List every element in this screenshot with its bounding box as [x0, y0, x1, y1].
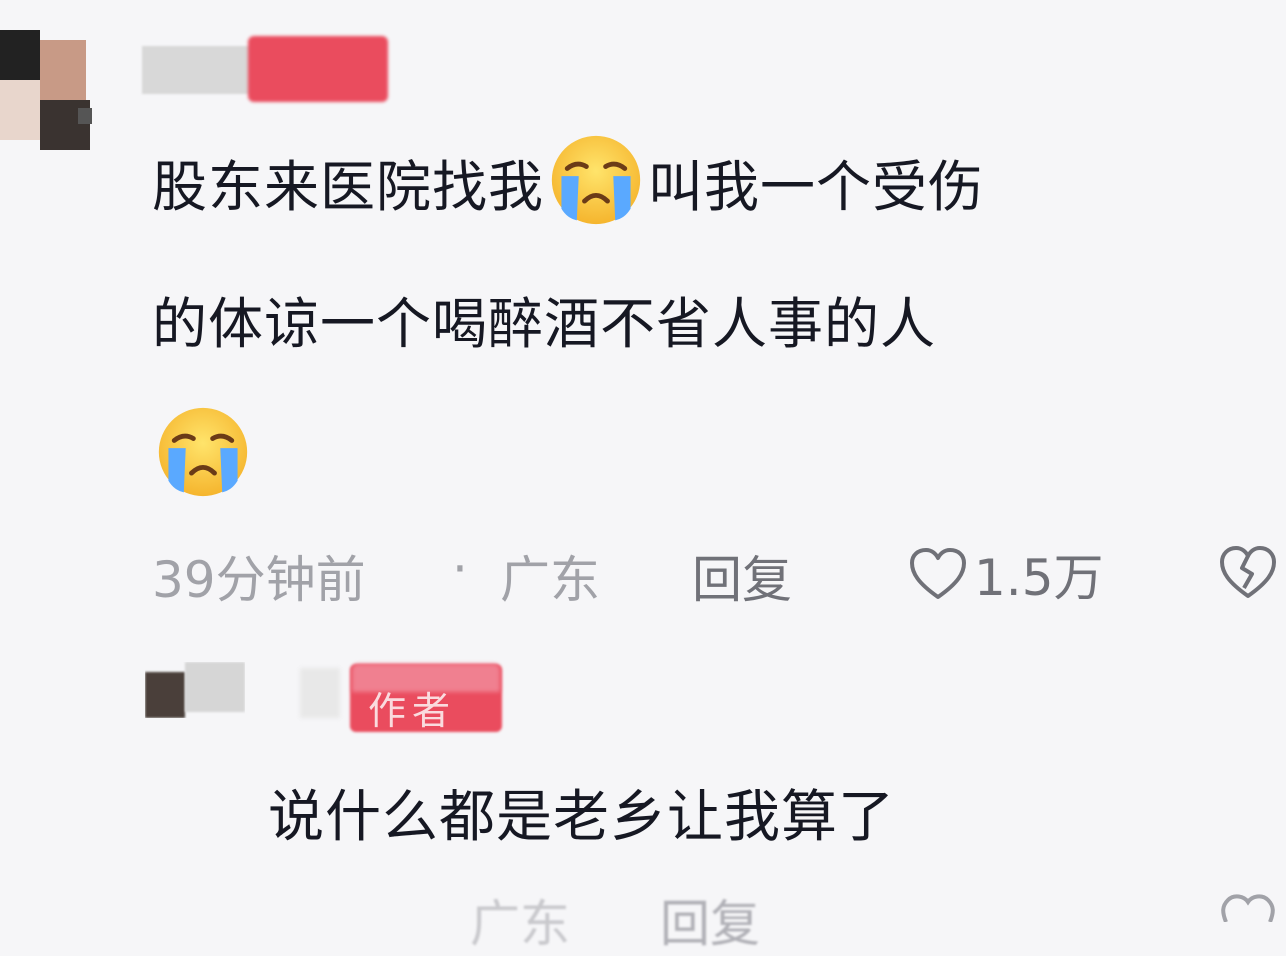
comment-text-line-2: 的体谅一个喝醉酒不省人事的人: [152, 292, 937, 356]
user-badge-blurred: [248, 36, 388, 102]
crying-face-icon: [551, 135, 641, 225]
avatar[interactable]: [0, 30, 92, 160]
like-button[interactable]: 1.5万: [908, 538, 1104, 610]
reply-location: 广东: [470, 895, 570, 953]
comment-text-line-1: 股东来医院找我 叫我一个受伤: [152, 135, 984, 228]
reply-text: 说什么都是老乡让我算了: [268, 785, 895, 850]
heart-icon[interactable]: [1218, 888, 1278, 922]
author-badge-label: 作者: [368, 689, 457, 733]
crying-face-icon: [158, 407, 248, 497]
comment-timestamp: 39分钟前: [152, 551, 366, 609]
reply-reply-button[interactable]: 回复: [660, 884, 760, 956]
heart-icon: [910, 548, 966, 599]
avatar[interactable]: [145, 662, 245, 718]
reply-button[interactable]: 回复: [692, 540, 792, 612]
meta-separator: ·: [452, 540, 468, 598]
like-count: 1.5万: [974, 549, 1104, 607]
username-blurred[interactable]: [142, 46, 252, 94]
comment-location: 广东: [500, 551, 600, 609]
broken-heart-icon[interactable]: [1218, 544, 1278, 600]
username-blurred[interactable]: [300, 668, 340, 718]
